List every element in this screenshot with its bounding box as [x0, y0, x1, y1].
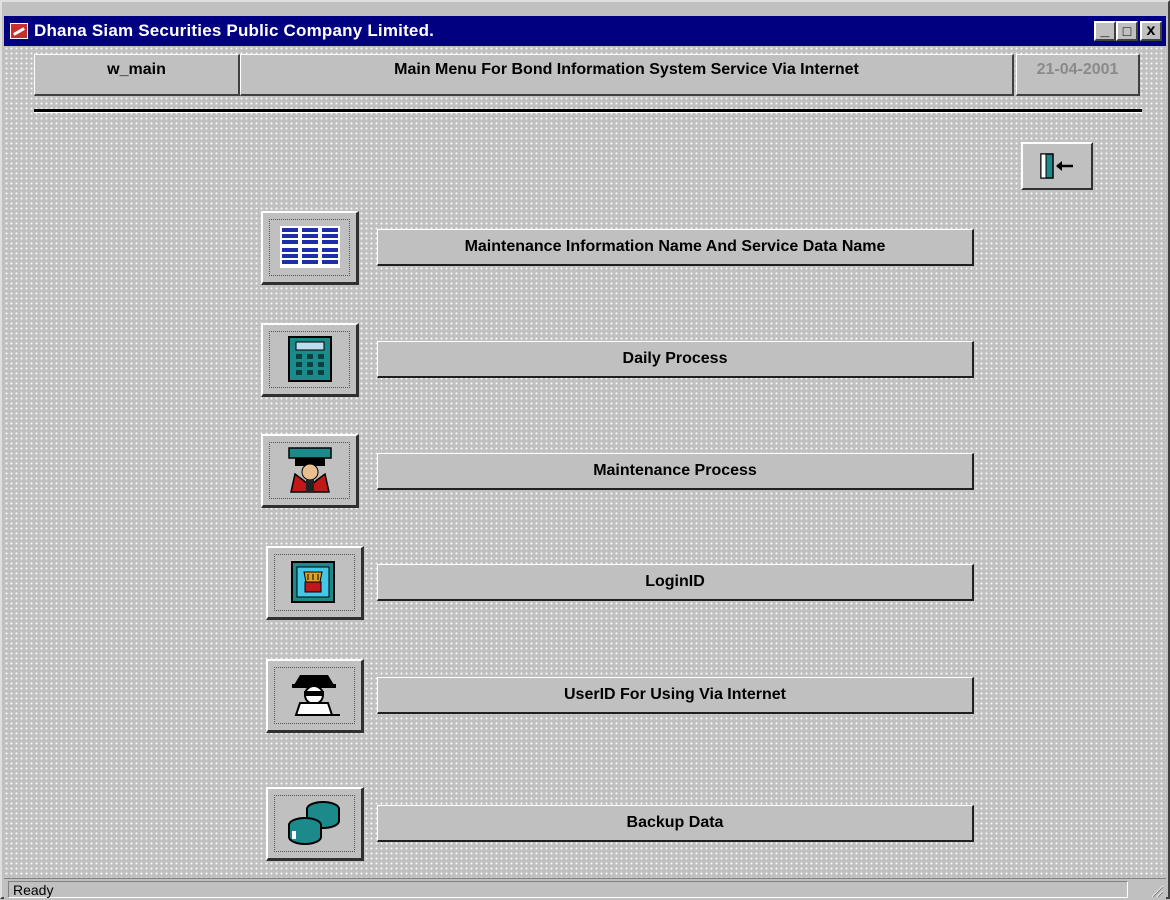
grid-list-icon — [280, 226, 340, 268]
user-spy-icon — [292, 675, 340, 716]
status-text: Ready — [8, 881, 1128, 898]
window-name-label: w_main — [34, 54, 240, 96]
client-area: w_main Main Menu For Bond Information Sy… — [4, 46, 1166, 878]
login-screen-icon — [291, 561, 335, 603]
status-bar: Ready — [4, 878, 1166, 900]
header-divider — [34, 109, 1142, 113]
maintenance-info-button[interactable] — [261, 211, 359, 285]
title-bar[interactable]: Dhana Siam Securities Public Company Lim… — [4, 16, 1166, 46]
maintenance-info-label[interactable]: Maintenance Information Name And Service… — [377, 229, 974, 266]
main-window: Dhana Siam Securities Public Company Lim… — [0, 0, 1170, 900]
maintenance-worker-icon — [288, 447, 332, 493]
page-title: Main Menu For Bond Information System Se… — [240, 54, 1014, 96]
backup-data-label[interactable]: Backup Data — [377, 805, 974, 842]
calculator-icon — [288, 336, 332, 382]
daily-process-label[interactable]: Daily Process — [377, 341, 974, 378]
window-title: Dhana Siam Securities Public Company Lim… — [34, 21, 435, 40]
database-backup-icon — [288, 801, 340, 845]
exit-button[interactable] — [1021, 142, 1093, 190]
daily-process-button[interactable] — [261, 323, 359, 397]
userid-internet-button[interactable] — [266, 659, 364, 733]
resize-grip-icon[interactable] — [1150, 884, 1164, 898]
maximize-button[interactable]: □ — [1116, 21, 1138, 41]
loginid-label[interactable]: LoginID — [377, 564, 974, 601]
backup-data-button[interactable] — [266, 787, 364, 861]
exit-door-icon — [1040, 153, 1073, 179]
maintenance-process-button[interactable] — [261, 434, 359, 508]
minimize-button[interactable]: _ — [1094, 21, 1116, 41]
maintenance-process-label[interactable]: Maintenance Process — [377, 453, 974, 490]
userid-internet-label[interactable]: UserID For Using Via Internet — [377, 677, 974, 714]
close-button[interactable]: x — [1140, 21, 1162, 41]
loginid-button[interactable] — [266, 546, 364, 620]
date-label: 21-04-2001 — [1016, 54, 1140, 96]
app-icon[interactable] — [10, 23, 28, 39]
